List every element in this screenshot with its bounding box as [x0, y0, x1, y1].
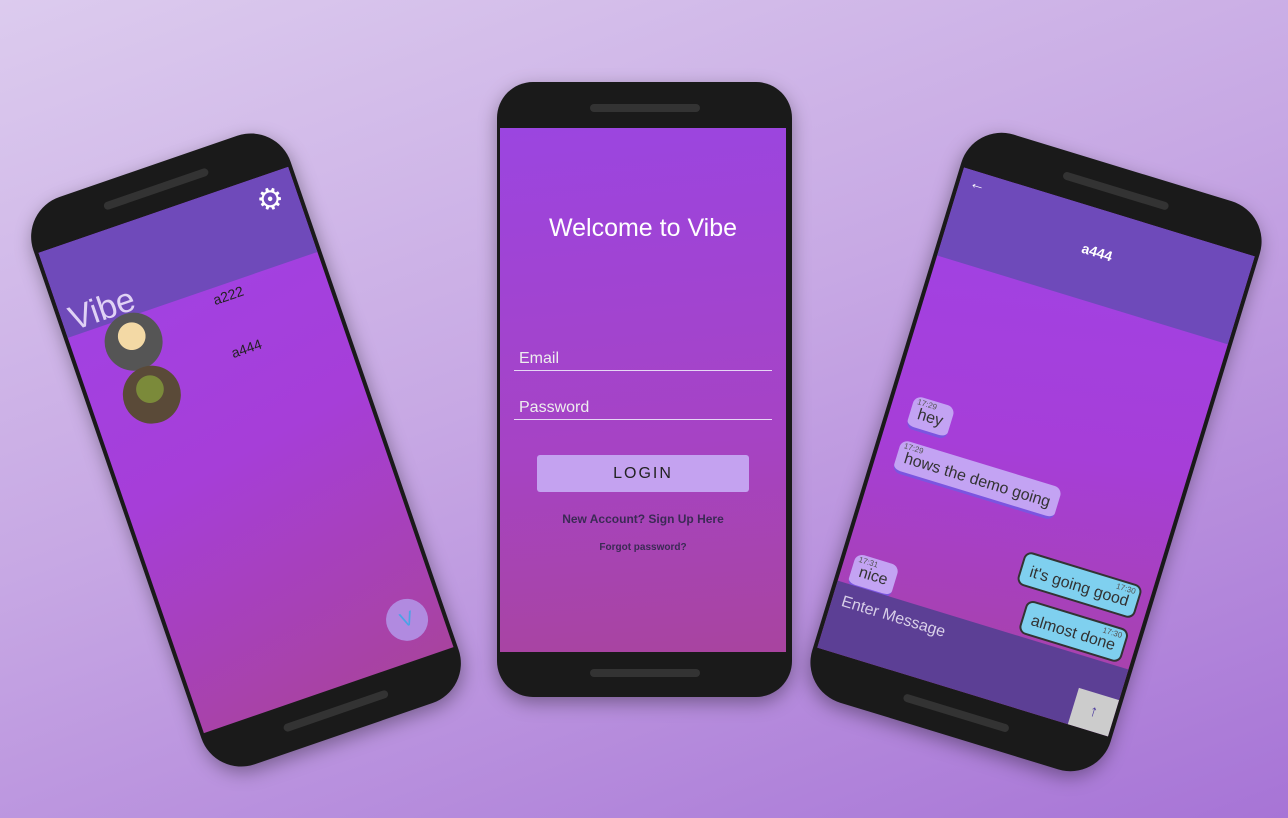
chat-contact-name: a444 — [1079, 239, 1115, 265]
contacts-screen: Vibe ⚙ a222 a444 V — [38, 166, 454, 734]
phone-login: Welcome to Vibe Email Password LOGIN New… — [497, 82, 792, 697]
app-bar: ← a444 — [937, 167, 1255, 345]
forgot-password-link[interactable]: Forgot password? — [500, 542, 786, 553]
speaker — [589, 669, 700, 677]
message-bubble: 17:29 hows the demo going — [891, 439, 1063, 521]
phone-contacts: Vibe ⚙ a222 a444 V — [19, 122, 473, 778]
chat-screen: ← a444 17:29 hey 17:29 hows the demo going… — [817, 167, 1255, 737]
message-bubble: 17:29 hey — [905, 395, 956, 440]
message-input[interactable]: Enter Message — [839, 593, 947, 642]
back-arrow-icon[interactable]: ← — [967, 174, 987, 196]
password-field[interactable]: Password — [514, 399, 772, 420]
vibe-logo-icon[interactable]: V — [380, 593, 434, 647]
login-screen: Welcome to Vibe Email Password LOGIN New… — [500, 128, 786, 652]
send-arrow-icon[interactable]: ↑ — [1067, 687, 1120, 737]
phone-chat: ← a444 17:29 hey 17:29 hows the demo going… — [799, 122, 1273, 782]
signup-link[interactable]: New Account? Sign Up Here — [500, 512, 786, 526]
message-text: hows the demo going — [901, 450, 1053, 511]
gear-icon[interactable]: ⚙ — [252, 179, 289, 221]
speaker — [589, 104, 700, 112]
login-button[interactable]: LOGIN — [537, 455, 749, 492]
welcome-title: Welcome to Vibe — [548, 214, 738, 242]
email-field[interactable]: Email — [514, 350, 772, 371]
